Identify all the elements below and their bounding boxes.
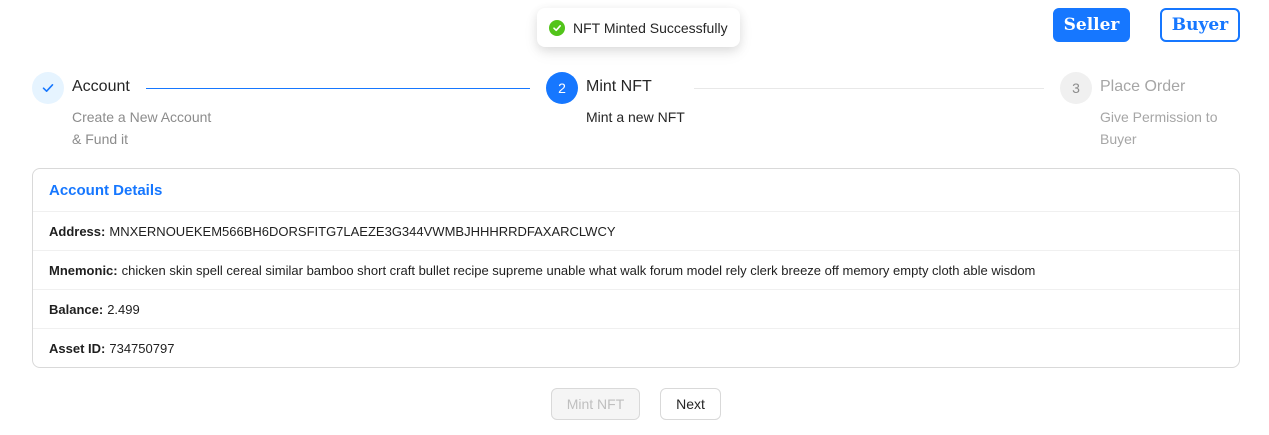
asset-id-row: Asset ID: 734750797 bbox=[33, 329, 1239, 367]
step-description: Mint a new NFT bbox=[586, 109, 685, 125]
step-connector-finished bbox=[146, 88, 530, 89]
step-title: Mint NFT bbox=[586, 78, 652, 95]
next-button[interactable]: Next bbox=[660, 388, 721, 420]
mint-nft-button[interactable]: Mint NFT bbox=[551, 388, 640, 420]
buyer-button[interactable]: Buyer bbox=[1160, 8, 1240, 42]
success-check-icon bbox=[549, 19, 565, 36]
step-title: Place Order bbox=[1100, 78, 1186, 95]
step-connector-pending bbox=[694, 88, 1044, 89]
asset-id-value: 734750797 bbox=[109, 341, 175, 356]
step-description: Give Permission to Buyer bbox=[1100, 109, 1218, 147]
address-row: Address: MNXERNOUEKEM566BH6DORSFITG7LAEZ… bbox=[33, 212, 1239, 251]
address-value: MNXERNOUEKEM566BH6DORSFITG7LAEZE3G344VWM… bbox=[109, 223, 616, 239]
mnemonic-label: Mnemonic: bbox=[49, 262, 118, 278]
mnemonic-value: chicken skin spell cereal similar bamboo… bbox=[121, 262, 1036, 278]
steps-progress: Account Create a New Account & Fund it 2… bbox=[32, 72, 1240, 152]
account-details-card: Account Details Address: MNXERNOUEKEM566… bbox=[32, 168, 1240, 368]
step-number: 2 bbox=[546, 72, 578, 104]
asset-id-label: Asset ID: bbox=[49, 341, 106, 356]
address-label: Address: bbox=[49, 223, 106, 239]
seller-button[interactable]: Seller bbox=[1053, 8, 1130, 42]
step-description: Create a New Account & Fund it bbox=[72, 109, 212, 147]
balance-label: Balance: bbox=[49, 301, 104, 317]
success-toast: NFT Minted Successfully bbox=[537, 8, 740, 47]
check-icon bbox=[32, 72, 64, 104]
balance-row: Balance: 2.499 bbox=[33, 290, 1239, 329]
toast-message: NFT Minted Successfully bbox=[573, 19, 728, 36]
step-title: Account bbox=[72, 78, 130, 95]
balance-value: 2.499 bbox=[107, 301, 140, 317]
card-title: Account Details bbox=[33, 169, 1239, 212]
page: NFT Minted Successfully Seller Buyer Acc… bbox=[0, 0, 1269, 435]
step-number: 3 bbox=[1060, 72, 1092, 104]
mnemonic-row: Mnemonic: chicken skin spell cereal simi… bbox=[33, 251, 1239, 290]
